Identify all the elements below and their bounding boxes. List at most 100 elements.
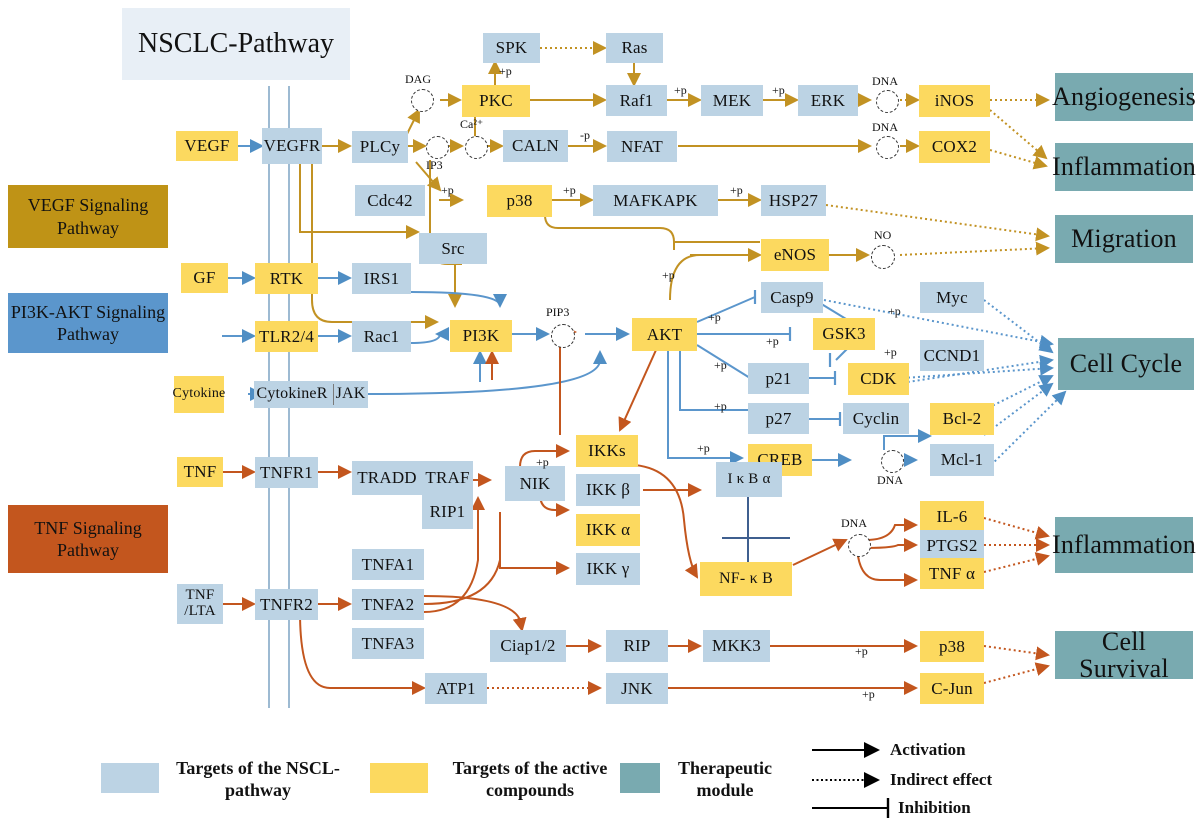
node-tnfa3[interactable]: TNFA3 [352, 628, 424, 659]
node-p27[interactable]: p27 [748, 403, 809, 434]
node-ciap12[interactable]: Ciap1/2 [490, 630, 566, 662]
node-nfat[interactable]: NFAT [607, 131, 677, 162]
node-jnk[interactable]: JNK [606, 673, 668, 704]
mediator-dot-pip3 [551, 324, 575, 348]
module-inflammation-top[interactable]: Inflammation [1052, 143, 1196, 191]
node-ikks[interactable]: IKKs [576, 435, 638, 467]
node-il6[interactable]: IL-6 [920, 501, 984, 533]
node-cox2[interactable]: COX2 [919, 131, 990, 163]
node-rip1[interactable]: RIP1 [422, 495, 473, 529]
node-p38-bottom[interactable]: p38 [920, 631, 984, 662]
node-pkc[interactable]: PKC [462, 85, 530, 117]
legend-swatch-teal [620, 763, 660, 793]
node-atp1[interactable]: ATP1 [425, 673, 487, 704]
node-ikk-alpha[interactable]: IKK α [576, 514, 640, 546]
node-tnf-lta[interactable]: TNF /LTA [177, 584, 223, 624]
edge-label-p-p27: +p [714, 399, 727, 413]
mediator-dot-dna-inos [876, 90, 899, 113]
node-hsp27[interactable]: HSP27 [761, 185, 826, 216]
mediator-dot-dna-mcl1 [881, 450, 904, 473]
edge-label-p-mafk: +p [730, 183, 743, 197]
node-gf[interactable]: GF [181, 263, 228, 293]
node-caln[interactable]: CALN [503, 130, 568, 162]
module-cell-survival[interactable]: Cell Survival [1055, 628, 1193, 682]
node-tnfa2[interactable]: TNFA2 [352, 589, 424, 620]
legend-label-indirect-effect: Indirect effect [890, 770, 993, 789]
node-akt[interactable]: AKT [632, 318, 697, 351]
node-vegfr[interactable]: VEGFR [262, 128, 322, 164]
legend-label-teal: Therapeutic module [678, 758, 772, 800]
mediator-label-dna-cox2: DNA [872, 120, 898, 134]
node-cyclin[interactable]: Cyclin [843, 403, 909, 434]
node-mcl1[interactable]: Mcl-1 [930, 444, 994, 476]
legend-swatch-blue [101, 763, 159, 793]
node-rtk[interactable]: RTK [255, 263, 318, 294]
node-nik[interactable]: NIK [505, 466, 565, 501]
node-tnf[interactable]: TNF [177, 457, 223, 487]
node-ras[interactable]: Ras [606, 33, 663, 63]
node-cytokine[interactable]: Cytokine [173, 376, 225, 413]
node-cdk[interactable]: CDK [848, 363, 909, 395]
node-vegf[interactable]: VEGF [176, 131, 238, 161]
mediator-dot-ca2 [465, 136, 488, 159]
node-pi3k[interactable]: PI3K [450, 320, 512, 352]
legend-swatch-yellow [370, 763, 428, 793]
module-inflammation-bottom[interactable]: Inflammation [1052, 517, 1196, 573]
mediator-label-no: NO [874, 228, 892, 242]
node-tnfr2[interactable]: TNFR2 [255, 589, 318, 620]
mediator-label-dna-inflam: DNA [841, 516, 867, 530]
node-casp9[interactable]: Casp9 [761, 282, 823, 313]
node-mafkapk[interactable]: MAFKAPK [593, 185, 718, 216]
node-ikb-alpha[interactable]: I κ B α [716, 462, 782, 497]
node-cytokiner-jak[interactable]: CytokineR JAK [254, 381, 368, 408]
node-tradd[interactable]: TRADD [352, 461, 422, 495]
pathway-label-vegf: VEGF Signaling Pathway [8, 185, 168, 248]
module-migration[interactable]: Migration [1055, 215, 1193, 263]
node-p21[interactable]: p21 [748, 363, 809, 394]
node-mkk3[interactable]: MKK3 [703, 630, 770, 662]
edge-label-p-gsk3: +p [766, 334, 779, 348]
edge-label-p-mek: +p [674, 83, 687, 97]
node-cjun[interactable]: C-Jun [920, 673, 984, 704]
node-ikk-gamma[interactable]: IKK γ [576, 553, 640, 585]
edge-label-p-erk: +p [772, 83, 785, 97]
node-enos[interactable]: eNOS [761, 239, 829, 271]
node-irs1[interactable]: IRS1 [352, 263, 411, 294]
node-cdc42[interactable]: Cdc42 [355, 185, 425, 216]
node-spk[interactable]: SPK [483, 33, 540, 63]
node-rip[interactable]: RIP [606, 630, 668, 662]
node-inos[interactable]: iNOS [919, 85, 990, 117]
edge-label-p-ccnd1: +p [884, 345, 897, 359]
node-cytokiner-label: CytokineR [256, 385, 328, 403]
legend-label-blue: Targets of the NSCL-pathway [176, 758, 340, 800]
mediator-dot-dag [411, 89, 434, 112]
node-rac1[interactable]: Rac1 [352, 321, 411, 352]
node-myc[interactable]: Myc [920, 282, 984, 313]
edge-label-p-enos: +p [662, 268, 675, 282]
node-p38-top[interactable]: p38 [487, 185, 552, 217]
node-erk[interactable]: ERK [798, 85, 858, 116]
node-tlr24[interactable]: TLR2/4 [255, 321, 318, 352]
module-cell-cycle[interactable]: Cell Cycle [1058, 338, 1194, 390]
node-raf1[interactable]: Raf1 [606, 85, 667, 116]
node-plcy[interactable]: PLCy [352, 131, 408, 163]
node-tnfr1[interactable]: TNFR1 [255, 457, 318, 488]
node-tnfa1[interactable]: TNFA1 [352, 549, 424, 580]
node-mek[interactable]: MEK [701, 85, 763, 116]
edge-label-p-spk: +p [499, 64, 512, 78]
node-src[interactable]: Src [419, 233, 487, 264]
legend-label-activation: Activation [890, 740, 966, 759]
node-traf[interactable]: TRAF [422, 461, 473, 495]
node-ccnd1[interactable]: CCND1 [920, 340, 984, 371]
node-bcl2[interactable]: Bcl-2 [930, 403, 994, 435]
node-nfkb[interactable]: NF- κ B [700, 562, 792, 596]
mediator-label-dna-mcl1: DNA [877, 473, 903, 487]
module-angiogenesis[interactable]: Angiogenesis [1052, 73, 1196, 121]
pathway-label-tnf: TNF Signaling Pathway [8, 505, 168, 573]
node-ptgs2[interactable]: PTGS2 [920, 530, 984, 561]
node-ikk-beta[interactable]: IKK β [576, 474, 640, 506]
node-tnf-alpha[interactable]: TNF α [920, 558, 984, 589]
edge-label-p-nik: +p [536, 455, 549, 469]
node-gsk3[interactable]: GSK3 [813, 318, 875, 350]
edge-label-p-jnk: +p [862, 687, 875, 701]
